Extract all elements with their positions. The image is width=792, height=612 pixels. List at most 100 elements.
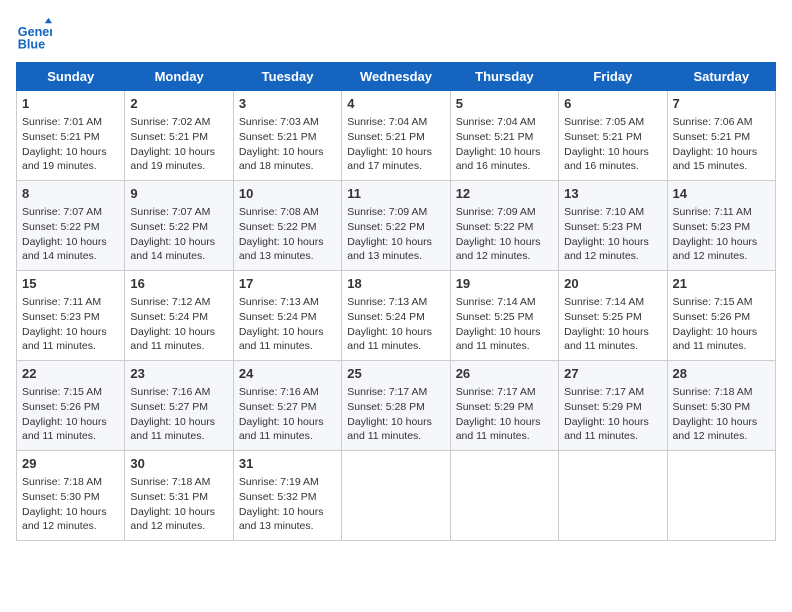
daylight-text: Daylight: 10 hours and 11 minutes.	[130, 416, 215, 443]
calendar-day-cell: 7Sunrise: 7:06 AMSunset: 5:21 PMDaylight…	[667, 91, 775, 181]
daylight-text: Daylight: 10 hours and 11 minutes.	[22, 416, 107, 443]
calendar-day-cell: 12Sunrise: 7:09 AMSunset: 5:22 PMDayligh…	[450, 181, 558, 271]
sunrise-text: Sunrise: 7:18 AM	[22, 476, 102, 488]
calendar-day-cell: 11Sunrise: 7:09 AMSunset: 5:22 PMDayligh…	[342, 181, 450, 271]
logo: General Blue	[16, 16, 56, 52]
daylight-text: Daylight: 10 hours and 11 minutes.	[130, 326, 215, 353]
day-number: 2	[130, 95, 227, 113]
sunrise-text: Sunrise: 7:14 AM	[456, 296, 536, 308]
calendar-day-cell: 14 Sunrise: 7:11 AM Sunset: 5:23 PM Dayligh…	[667, 181, 775, 271]
calendar-day-cell: 29Sunrise: 7:18 AMSunset: 5:30 PMDayligh…	[17, 451, 125, 541]
calendar-week-row: 8Sunrise: 7:07 AMSunset: 5:22 PMDaylight…	[17, 181, 776, 271]
page-header: General Blue	[16, 16, 776, 52]
calendar-day-cell: 25Sunrise: 7:17 AMSunset: 5:28 PMDayligh…	[342, 361, 450, 451]
sunset-text: Sunset: 5:21 PM	[347, 131, 425, 143]
sunset-text: Sunset: 5:21 PM	[673, 131, 751, 143]
day-number: 9	[130, 185, 227, 203]
sunrise-text: Sunrise: 7:13 AM	[347, 296, 427, 308]
sunset-text: Sunset: 5:23 PM	[564, 221, 642, 233]
svg-text:Blue: Blue	[18, 37, 45, 51]
daylight-text: Daylight: 10 hours and 12 minutes.	[22, 506, 107, 533]
day-number: 30	[130, 455, 227, 473]
calendar-day-cell: 16Sunrise: 7:12 AMSunset: 5:24 PMDayligh…	[125, 271, 233, 361]
daylight-text: Daylight: 10 hours and 11 minutes.	[564, 326, 649, 353]
sunrise-text: Sunrise: 7:07 AM	[130, 206, 210, 218]
calendar-week-row: 1 Sunrise: 7:01 AM Sunset: 5:21 PM Daylight…	[17, 91, 776, 181]
calendar-day-cell: 26Sunrise: 7:17 AMSunset: 5:29 PMDayligh…	[450, 361, 558, 451]
sunset-text: Sunset: 5:24 PM	[130, 311, 208, 323]
daylight-text: Daylight: 10 hours and 12 minutes.	[673, 236, 758, 263]
day-number: 1	[22, 95, 119, 113]
daylight-text: Daylight: 10 hours and 16 minutes.	[456, 146, 541, 173]
sunrise-text: Sunrise: 7:11 AM	[673, 206, 752, 218]
day-number: 21	[673, 275, 770, 293]
day-number: 6	[564, 95, 661, 113]
empty-day-cell	[342, 451, 450, 541]
daylight-text: Daylight: 10 hours and 13 minutes.	[239, 506, 324, 533]
calendar-day-cell: 27Sunrise: 7:17 AMSunset: 5:29 PMDayligh…	[559, 361, 667, 451]
day-number: 14	[673, 185, 770, 203]
day-number: 10	[239, 185, 336, 203]
day-header-monday: Monday	[125, 63, 233, 91]
sunset-text: Sunset: 5:30 PM	[673, 401, 751, 413]
sunset-text: Sunset: 5:25 PM	[564, 311, 642, 323]
day-number: 7	[673, 95, 770, 113]
calendar-day-cell: 3Sunrise: 7:03 AMSunset: 5:21 PMDaylight…	[233, 91, 341, 181]
daylight-text: Daylight: 10 hours and 11 minutes.	[239, 416, 324, 443]
sunrise-text: Sunrise: 7:15 AM	[673, 296, 753, 308]
calendar-body: 1 Sunrise: 7:01 AM Sunset: 5:21 PM Daylight…	[17, 91, 776, 541]
daylight-text: Daylight: 10 hours and 12 minutes.	[673, 416, 758, 443]
daylight-text: Daylight: 10 hours and 17 minutes.	[347, 146, 432, 173]
calendar-week-row: 22Sunrise: 7:15 AMSunset: 5:26 PMDayligh…	[17, 361, 776, 451]
day-number: 16	[130, 275, 227, 293]
daylight-text: Daylight: 10 hours and 13 minutes.	[239, 236, 324, 263]
calendar-day-cell: 31Sunrise: 7:19 AMSunset: 5:32 PMDayligh…	[233, 451, 341, 541]
daylight-text: Daylight: 10 hours and 12 minutes.	[456, 236, 541, 263]
sunset-text: Sunset: 5:21 PM	[456, 131, 534, 143]
day-number: 20	[564, 275, 661, 293]
sunset-text: Sunset: 5:25 PM	[456, 311, 534, 323]
sunrise-text: Sunrise: 7:13 AM	[239, 296, 319, 308]
sunset-text: Sunset: 5:23 PM	[673, 221, 751, 233]
sunset-text: Sunset: 5:29 PM	[456, 401, 534, 413]
sunset-text: Sunset: 5:22 PM	[239, 221, 317, 233]
sunset-text: Sunset: 5:30 PM	[22, 491, 100, 503]
sunrise-text: Sunrise: 7:18 AM	[130, 476, 210, 488]
calendar-day-cell: 13Sunrise: 7:10 AMSunset: 5:23 PMDayligh…	[559, 181, 667, 271]
sunrise-text: Sunrise: 7:07 AM	[22, 206, 102, 218]
calendar-day-cell: 1Sunrise: 7:01 AMSunset: 5:21 PMDaylight…	[17, 91, 125, 181]
calendar-day-cell: 8Sunrise: 7:07 AMSunset: 5:22 PMDaylight…	[17, 181, 125, 271]
daylight-text: Daylight: 10 hours and 14 minutes.	[22, 236, 107, 263]
daylight-text: Daylight: 10 hours and 11 minutes.	[456, 416, 541, 443]
calendar-week-row: 15Sunrise: 7:11 AMSunset: 5:23 PMDayligh…	[17, 271, 776, 361]
calendar-header-row: SundayMondayTuesdayWednesdayThursdayFrid…	[17, 63, 776, 91]
calendar-day-cell: 2Sunrise: 7:02 AMSunset: 5:21 PMDaylight…	[125, 91, 233, 181]
sunrise-text: Sunrise: 7:05 AM	[564, 116, 644, 128]
day-number: 15	[22, 275, 119, 293]
calendar-day-cell: 17Sunrise: 7:13 AMSunset: 5:24 PMDayligh…	[233, 271, 341, 361]
daylight-text: Daylight: 10 hours and 11 minutes.	[564, 416, 649, 443]
sunrise-text: Sunrise: 7:01 AM	[22, 116, 102, 128]
day-number: 31	[239, 455, 336, 473]
sunset-text: Sunset: 5:32 PM	[239, 491, 317, 503]
daylight-text: Daylight: 10 hours and 16 minutes.	[564, 146, 649, 173]
day-number: 3	[239, 95, 336, 113]
day-header-sunday: Sunday	[17, 63, 125, 91]
calendar-day-cell: 4Sunrise: 7:04 AMSunset: 5:21 PMDaylight…	[342, 91, 450, 181]
calendar-day-cell: 20Sunrise: 7:14 AMSunset: 5:25 PMDayligh…	[559, 271, 667, 361]
day-header-tuesday: Tuesday	[233, 63, 341, 91]
sunset-text: Sunset: 5:21 PM	[22, 131, 100, 143]
daylight-text: Daylight: 10 hours and 15 minutes.	[673, 146, 758, 173]
calendar-day-cell: 5Sunrise: 7:04 AMSunset: 5:21 PMDaylight…	[450, 91, 558, 181]
sunrise-text: Sunrise: 7:04 AM	[456, 116, 536, 128]
sunrise-text: Sunrise: 7:16 AM	[239, 386, 319, 398]
sunrise-text: Sunrise: 7:18 AM	[673, 386, 753, 398]
day-number: 12	[456, 185, 553, 203]
day-number: 26	[456, 365, 553, 383]
sunset-text: Sunset: 5:22 PM	[347, 221, 425, 233]
calendar-week-row: 29Sunrise: 7:18 AMSunset: 5:30 PMDayligh…	[17, 451, 776, 541]
day-number: 25	[347, 365, 444, 383]
day-header-friday: Friday	[559, 63, 667, 91]
sunset-text: Sunset: 5:31 PM	[130, 491, 208, 503]
day-number: 22	[22, 365, 119, 383]
